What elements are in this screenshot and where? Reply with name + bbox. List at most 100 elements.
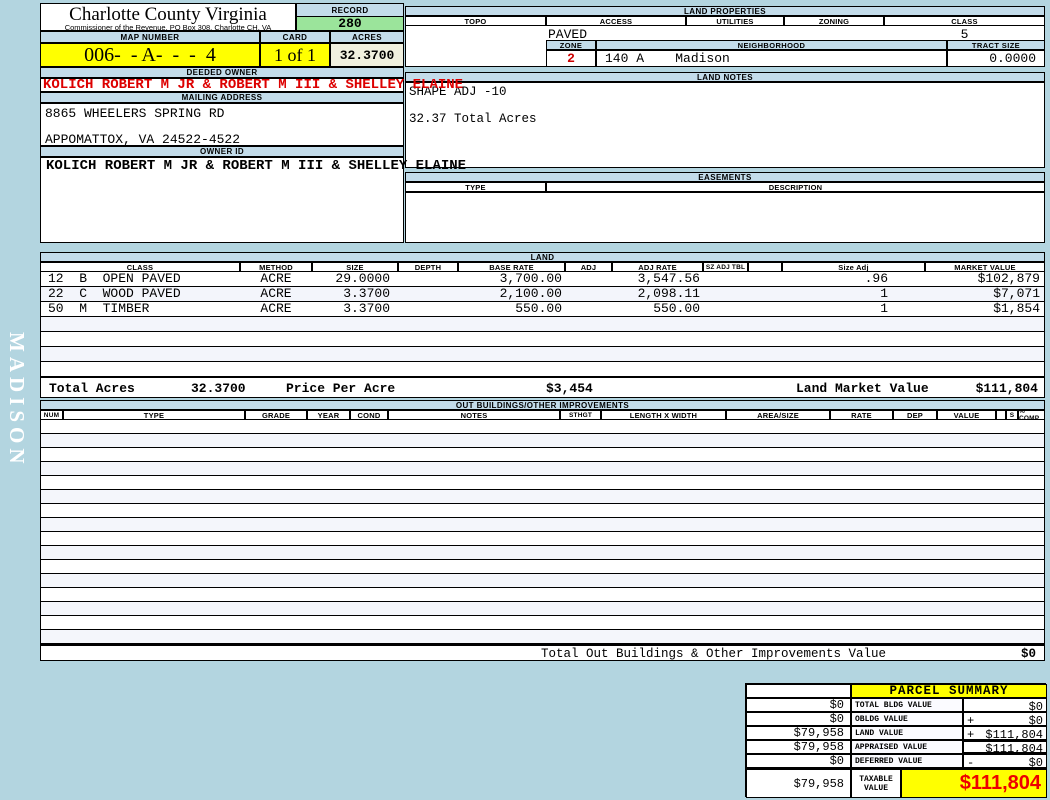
col-ob-dep: DEP	[893, 410, 937, 420]
owner-id-value: KOLICH ROBERT M JR & ROBERT M III & SHEL…	[46, 158, 467, 174]
ps-left-obldg: $0	[746, 712, 851, 726]
owner-id-label: OWNER ID	[40, 146, 404, 157]
parcel-summary-title: PARCEL SUMMARY	[851, 684, 1047, 698]
col-topo: TOPO	[405, 16, 546, 26]
ps-value-appraised: $111,804	[963, 740, 1047, 756]
land-row-2: 22 C WOOD PAVED ACRE 3.3700 2,100.00 2,0…	[40, 287, 1045, 302]
land-row-3: 50 M TIMBER ACRE 3.3700 550.00 550.00 1 …	[40, 302, 1045, 317]
card-label: CARD	[260, 31, 330, 43]
col-class: CLASS	[884, 16, 1045, 26]
ps-left-land: $79,958	[746, 726, 851, 740]
land-properties-title: LAND PROPERTIES	[405, 6, 1045, 16]
parcel-record-card: MADISON Charlotte County Virginia Commis…	[0, 0, 1050, 800]
col-ob-rate: RATE	[830, 410, 893, 420]
col-ob-sthgt: STHGT	[560, 410, 601, 420]
land-notes-box: SHAPE ADJ -10 32.37 Total Acres	[405, 82, 1045, 168]
ps-value-total-bldg: $0	[963, 698, 1047, 714]
out-buildings-title: OUT BUILDINGS/OTHER IMPROVEMENTS	[40, 400, 1045, 410]
card-value: 1 of 1	[260, 43, 330, 67]
acres-label: ACRES	[330, 31, 404, 43]
col-land-depth: DEPTH	[398, 262, 458, 272]
ps-label-land: LAND VALUE	[851, 726, 963, 740]
land-market-value: $7,071	[993, 286, 1040, 301]
land-size: 29.0000	[335, 271, 390, 286]
land-adj-rate: 3,547.56	[637, 271, 700, 286]
land-market-value-total: $111,804	[975, 381, 1038, 396]
ps-left-total-bldg: $0	[746, 698, 851, 712]
land-notes-title: LAND NOTES	[405, 72, 1045, 82]
district-watermark: MADISON	[5, 332, 29, 469]
tract-size-label: TRACT SIZE	[947, 40, 1045, 50]
land-adj-rate: 550.00	[653, 301, 700, 316]
county-title-box: Charlotte County Virginia Commissioner o…	[40, 3, 296, 32]
record-label: RECORD	[296, 3, 404, 17]
land-title: LAND	[40, 252, 1045, 262]
tract-size-value: 0.0000	[947, 50, 1045, 67]
land-size-adj: 1	[880, 301, 888, 316]
ps-left-taxable: $79,958	[746, 768, 851, 798]
ps-value-land: + $111,804	[963, 726, 1047, 742]
zone-label: ZONE	[546, 40, 596, 50]
col-ob-notes: NOTES	[388, 410, 560, 420]
price-per-acre-label: Price Per Acre	[286, 381, 396, 396]
total-acres-value: 32.3700	[191, 381, 246, 396]
land-row-1: 12 B OPEN PAVED ACRE 29.0000 3,700.00 3,…	[40, 272, 1045, 287]
mailing-address-box: 8865 WHEELERS SPRING RD APPOMATTOX, VA 2…	[40, 103, 404, 147]
land-base-rate: 2,100.00	[499, 286, 562, 301]
neighborhood-value: 140 A Madison	[596, 50, 947, 67]
land-base-rate: 3,700.00	[499, 271, 562, 286]
total-acres-label: Total Acres	[49, 381, 135, 396]
col-ob-year: YEAR	[307, 410, 350, 420]
col-ob-blank	[996, 410, 1006, 420]
land-size: 3.3700	[343, 286, 390, 301]
land-totals-row: Total Acres 32.3700 Price Per Acre $3,45…	[40, 377, 1045, 398]
land-size-adj: .96	[864, 271, 888, 286]
ps-label-obldg: OBLDG VALUE	[851, 712, 963, 726]
easements-title: EASEMENTS	[405, 172, 1045, 182]
neighborhood-label: NEIGHBORHOOD	[596, 40, 947, 50]
land-class: 12 B OPEN PAVED	[48, 271, 181, 286]
col-ob-grade: GRADE	[245, 410, 307, 420]
land-class: 50 M TIMBER	[48, 301, 150, 316]
owner-id-box: KOLICH ROBERT M JR & ROBERT M III & SHEL…	[40, 157, 466, 243]
zone-value: 2	[546, 50, 596, 67]
col-ob-length-width: LENGTH X WIDTH	[601, 410, 726, 420]
col-land-blank	[748, 262, 782, 272]
easements-box	[405, 192, 1045, 243]
parcel-summary: PARCEL SUMMARY $0 TOTAL BLDG VALUE $0 $0…	[745, 683, 1047, 798]
land-class: 22 C WOOD PAVED	[48, 286, 181, 301]
ob-total-value: $0	[1020, 647, 1036, 661]
land-size-adj: 1	[880, 286, 888, 301]
ps-label-total-bldg: TOTAL BLDG VALUE	[851, 698, 963, 712]
col-access: ACCESS	[546, 16, 686, 26]
col-ob-s: S	[1006, 410, 1018, 420]
record-value: 280	[296, 16, 404, 31]
col-ob-type: TYPE	[63, 410, 245, 420]
col-land-size-adj: Size Adj	[782, 262, 925, 272]
ob-total-label: Total Out Buildings & Other Improvements…	[541, 647, 887, 661]
col-easement-description: DESCRIPTION	[546, 182, 1045, 192]
col-ob-num: NUM	[40, 410, 63, 420]
land-adj-rate: 2,098.11	[637, 286, 700, 301]
land-base-rate: 550.00	[515, 301, 562, 316]
ps-left-blank	[746, 684, 851, 698]
address-line-2: APPOMATTOX, VA 24522-4522	[45, 132, 241, 147]
land-market-value: $1,854	[993, 301, 1040, 316]
col-ob-value: VALUE	[937, 410, 996, 420]
ps-left-deferred: $0	[746, 754, 851, 768]
county-title: Charlotte County Virginia	[69, 4, 267, 25]
ps-label-taxable: TAXABLE VALUE	[851, 768, 901, 798]
col-ob-cond: COND	[350, 410, 388, 420]
ps-left-appraised: $79,958	[746, 740, 851, 754]
land-market-value-label: Land Market Value	[796, 381, 929, 396]
col-land-adj: ADJ	[565, 262, 612, 272]
col-easement-type: TYPE	[405, 182, 546, 192]
col-ob-area-size: AREA/SIZE	[726, 410, 830, 420]
ps-value-obldg: + $0	[963, 712, 1047, 728]
price-per-acre-value: $3,454	[546, 381, 593, 396]
land-note-line-2: 32.37 Total Acres	[409, 112, 537, 126]
land-size: 3.3700	[343, 301, 390, 316]
col-utilities: UTILITIES	[686, 16, 784, 26]
mailing-address-label: MAILING ADDRESS	[40, 92, 404, 103]
acres-value: 32.3700	[330, 43, 404, 67]
